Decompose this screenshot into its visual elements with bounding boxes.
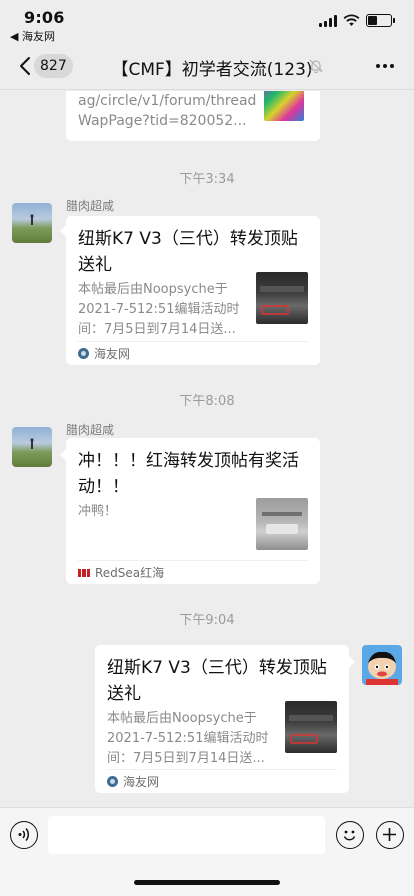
voice-input-icon[interactable] [10,821,38,849]
status-bar: 9:06 ◀ 海友网 [0,0,414,44]
haiyou-logo-icon [78,348,89,359]
source-name: RedSea红海 [95,566,165,580]
message-timestamp: 下午9:04 [179,613,235,628]
mute-bell-icon [309,59,323,74]
link-card-title: 冲！！！红海转发顶帖有奖活动！！ [78,451,299,497]
link-card-source: RedSea红海 [78,560,308,584]
link-card-title: 纽斯K7 V3（三代）转发顶贴送礼 [78,229,298,275]
my-avatar[interactable] [362,645,402,685]
link-thumbnail [256,498,308,550]
link-card-description: 本帖最后由Noopsyche于2021-7-512:51编辑活动时间：7月5日到… [107,711,269,766]
sender-avatar[interactable] [12,427,52,467]
link-card-title: 纽斯K7 V3（三代）转发顶贴送礼 [107,658,327,704]
redsea-logo-icon [78,568,90,577]
link-card-message[interactable]: 冲！！！红海转发顶帖有奖活动！！ 冲鸭！ RedSea红海 [66,438,320,584]
link-card-message[interactable]: 纽斯K7 V3（三代）转发顶贴送礼 本帖最后由Noopsyche于2021-7-… [66,216,320,365]
link-card-message[interactable]: ag/circle/v1/forum/thread WapPage?tid=82… [66,91,320,141]
message-timestamp: 下午3:34 [179,172,235,187]
link-thumbnail [285,701,337,753]
wifi-icon [343,14,360,26]
sender-avatar[interactable] [12,203,52,243]
cellular-signal-icon [319,14,337,27]
back-to-app-link[interactable]: ◀ 海友网 [10,28,55,44]
add-attachment-icon[interactable] [376,821,404,849]
link-thumbnail [264,91,304,121]
unread-count-badge[interactable]: 827 [34,54,73,78]
sender-name: 腊肉超咸 [66,199,115,213]
chat-header: 827 【CMF】初学者交流(123) [0,44,414,90]
link-card-description: 本帖最后由Noopsyche于2021-7-512:51编辑活动时间：7月5日到… [78,282,240,337]
more-options-icon[interactable] [376,56,398,76]
chat-message-list[interactable]: ag/circle/v1/forum/thread WapPage?tid=82… [0,91,414,807]
source-name: 海友网 [94,347,131,361]
emoji-icon[interactable] [336,821,364,849]
link-card-description: 冲鸭！ [78,504,118,519]
sender-name: 腊肉超咸 [66,423,115,437]
home-indicator[interactable] [134,880,280,885]
chat-title: 【CMF】初学者交流(123) [111,60,313,80]
source-name: 海友网 [123,775,160,789]
haiyou-logo-icon [107,776,118,787]
link-card-source: 海友网 [78,341,308,365]
link-card-url-line: WapPage?tid=820052... [78,113,247,129]
link-card-url-line: ag/circle/v1/forum/thread [78,93,257,109]
status-time: 9:06 [24,8,65,27]
link-card-message[interactable]: 纽斯K7 V3（三代）转发顶贴送礼 本帖最后由Noopsyche于2021-7-… [95,645,349,793]
link-card-source: 海友网 [107,769,337,793]
message-input[interactable] [48,816,325,854]
message-timestamp: 下午8:08 [179,394,235,409]
link-thumbnail [256,272,308,324]
status-icons [319,14,395,27]
battery-icon [366,14,395,27]
